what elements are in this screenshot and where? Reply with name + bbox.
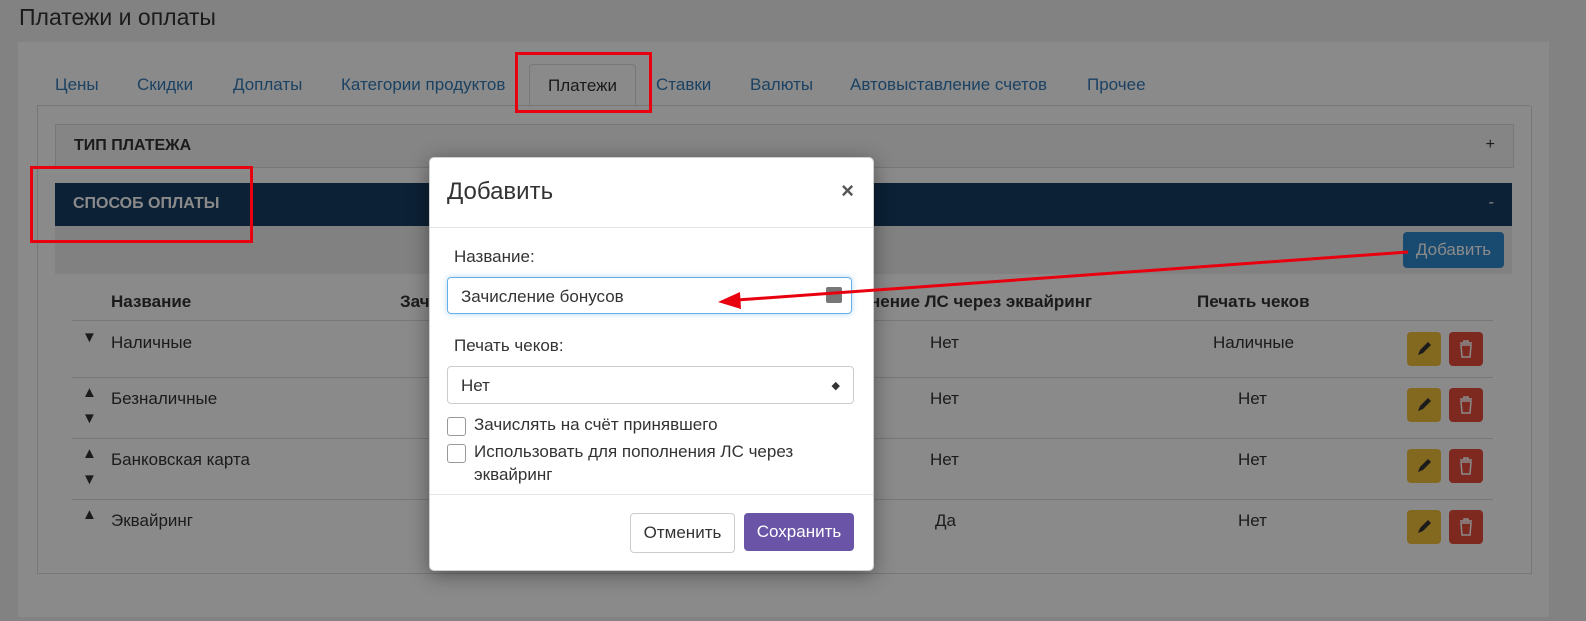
annotation-arrow [718,250,1409,309]
